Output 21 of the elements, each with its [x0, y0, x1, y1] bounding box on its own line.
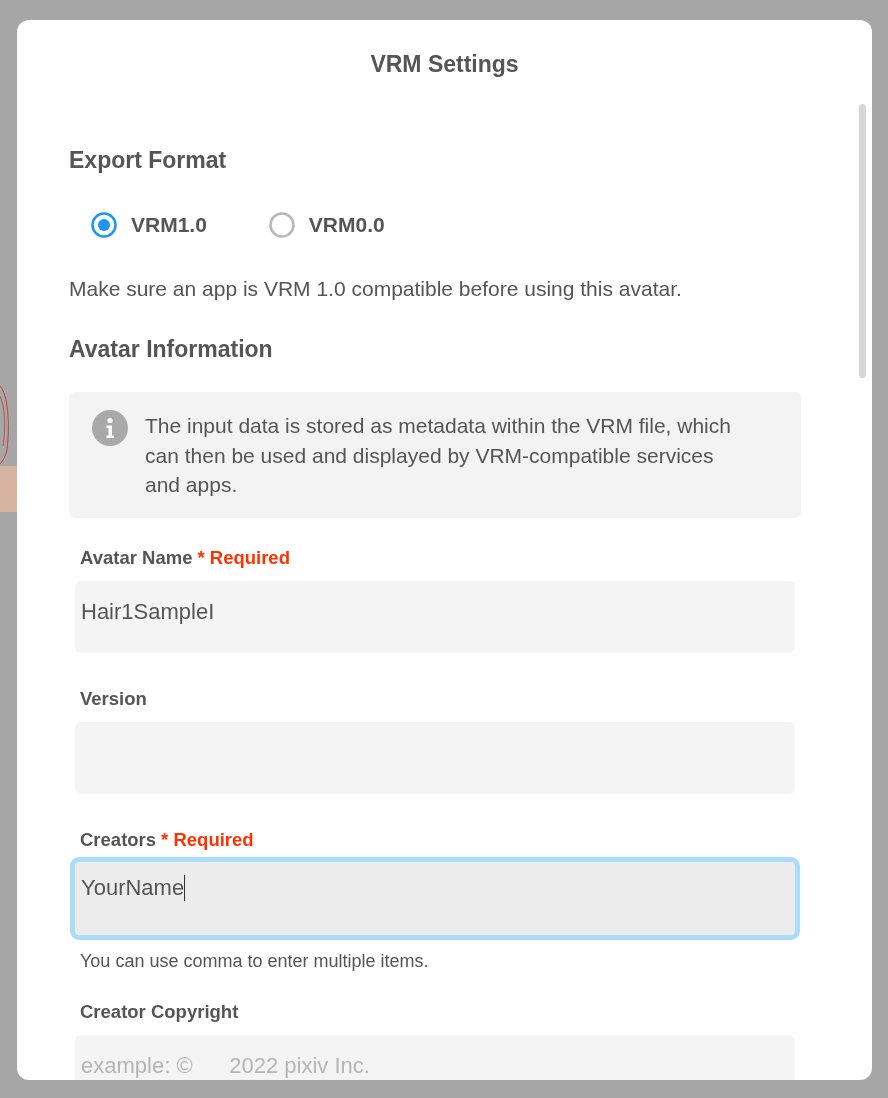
format-note: Make sure an app is VRM 1.0 compatible before using this avatar. [69, 276, 683, 302]
info-text: The input data is stored as metadata within the VRM file, which can then be used and displayed by VRM-compatible services and apps. [145, 413, 732, 498]
input-field[interactable]: Hair1SampleI [75, 581, 795, 653]
scrollbar-thumb[interactable] [859, 104, 866, 378]
radio-icon[interactable] [268, 212, 295, 238]
input-field[interactable]: YourName [70, 857, 800, 940]
dialog-title: VRM Settings [369, 50, 520, 78]
required-marker: * Required [197, 547, 290, 569]
field-hint: You can use comma to enter multiple items. [79, 951, 430, 971]
radio-icon[interactable] [91, 212, 117, 238]
section-heading: Avatar Information [69, 335, 274, 363]
required-marker: * Required [161, 829, 254, 851]
section-heading: Export Format [69, 146, 228, 174]
field-label: Creator Copyright [80, 1001, 239, 1023]
info-icon [92, 410, 128, 446]
field-label: Avatar Name [80, 547, 193, 569]
radio-option[interactable]: VRM0.0 [268, 211, 385, 239]
text-cursor-icon [184, 875, 186, 901]
field-label: Version [80, 688, 147, 710]
radio-option[interactable]: VRM1.0 [91, 211, 207, 239]
field-label: Creators [80, 829, 157, 851]
